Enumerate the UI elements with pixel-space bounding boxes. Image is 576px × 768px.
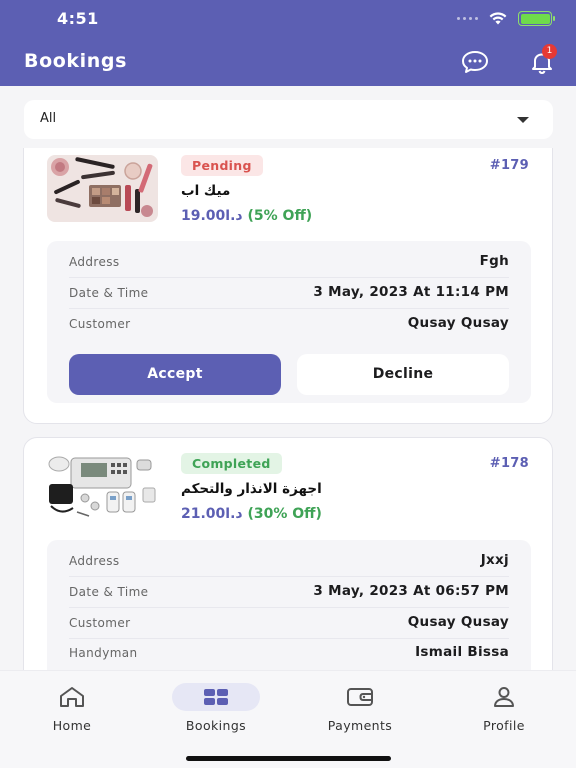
- page-title: Bookings: [24, 50, 127, 72]
- tab-label: Home: [52, 718, 92, 733]
- booking-list[interactable]: Pending #179 ميك اب 19.00د.ا (5% Off) Ad…: [0, 148, 576, 670]
- tab-home[interactable]: Home: [17, 683, 127, 733]
- booking-card[interactable]: Completed #178 اجهزة الانذار والتحكم 21.…: [23, 437, 553, 670]
- bookings-icon: [204, 689, 228, 705]
- discount: (5% Off): [247, 208, 313, 224]
- tab-icon-container: [316, 683, 404, 711]
- detail-row-handyman: Handyman Ismail Bissa: [69, 638, 509, 669]
- booking-details: Address Jxxj Date & Time 3 May, 2023 At …: [47, 540, 531, 670]
- detail-value: Qusay Qusay: [407, 614, 509, 630]
- tab-icon-container: [172, 683, 260, 711]
- profile-icon: [494, 687, 514, 707]
- tab-icon-container: [460, 683, 548, 711]
- service-name: اجهزة الانذار والتحكم: [181, 481, 322, 497]
- tab-payments[interactable]: Payments: [305, 683, 415, 733]
- booking-details: Address Fgh Date & Time 3 May, 2023 At 1…: [47, 241, 531, 403]
- app-header: 4:51 Bookings 1: [0, 0, 576, 86]
- detail-row-date-time: Date & Time 3 May, 2023 At 11:14 PM: [69, 278, 509, 309]
- chat-button[interactable]: [460, 49, 490, 75]
- decline-button[interactable]: Decline: [297, 354, 509, 395]
- service-image: [47, 155, 158, 222]
- price-row: 19.00د.ا (5% Off): [181, 208, 312, 224]
- detail-label: Handyman: [69, 646, 138, 660]
- detail-label: Date & Time: [69, 585, 149, 599]
- detail-label: Address: [69, 554, 120, 568]
- booking-id: #179: [489, 158, 529, 173]
- booking-id: #178: [489, 456, 529, 471]
- detail-row-customer: Customer Qusay Qusay: [69, 608, 509, 639]
- notifications-button[interactable]: 1: [527, 44, 557, 77]
- home-indicator: [186, 756, 391, 761]
- bottom-tab-bar: Home Bookings Payments Profile: [0, 670, 576, 768]
- detail-row-address: Address Fgh: [69, 247, 509, 278]
- price-row: 21.00د.ا (30% Off): [181, 506, 322, 522]
- status-filter-dropdown[interactable]: All: [24, 100, 553, 139]
- status-badge: Completed: [181, 453, 282, 474]
- detail-value: Fgh: [479, 253, 509, 269]
- wallet-icon: [347, 688, 373, 706]
- service-name: ميك اب: [181, 183, 231, 199]
- detail-value: 3 May, 2023 At 06:57 PM: [313, 583, 509, 599]
- price: 21.00د.ا: [181, 506, 243, 522]
- status-badge: Pending: [181, 155, 263, 176]
- signal-icon: [457, 17, 478, 20]
- price: 19.00د.ا: [181, 208, 243, 224]
- accept-button[interactable]: Accept: [69, 354, 281, 395]
- detail-value: 3 May, 2023 At 11:14 PM: [313, 284, 509, 300]
- service-image: [47, 454, 158, 521]
- tab-label: Payments: [327, 718, 393, 733]
- detail-row-date-time: Date & Time 3 May, 2023 At 06:57 PM: [69, 577, 509, 608]
- tab-label: Profile: [483, 718, 525, 733]
- tab-icon-container: [28, 683, 116, 711]
- detail-value: Qusay Qusay: [407, 315, 509, 331]
- detail-label: Address: [69, 255, 120, 269]
- discount: (30% Off): [247, 506, 322, 522]
- battery-icon: [518, 11, 555, 26]
- tab-bookings[interactable]: Bookings: [161, 683, 271, 733]
- chat-icon: [462, 51, 488, 73]
- status-bar-time: 4:51: [57, 9, 99, 28]
- filter-selected-value: All: [40, 111, 57, 126]
- detail-row-customer: Customer Qusay Qusay: [69, 309, 509, 340]
- detail-label: Customer: [69, 616, 131, 630]
- booking-card[interactable]: Pending #179 ميك اب 19.00د.ا (5% Off) Ad…: [23, 148, 553, 424]
- chevron-down-icon: [517, 117, 529, 123]
- detail-label: Date & Time: [69, 286, 149, 300]
- wifi-icon: [489, 12, 507, 25]
- detail-value: Ismail Bissa: [415, 644, 509, 660]
- notification-badge: 1: [542, 44, 557, 59]
- status-bar-icons: [457, 11, 555, 26]
- tab-label: Bookings: [185, 718, 247, 733]
- detail-row-address: Address Jxxj: [69, 546, 509, 577]
- tab-profile[interactable]: Profile: [449, 683, 559, 733]
- home-icon: [60, 687, 84, 707]
- detail-value: Jxxj: [480, 552, 509, 568]
- detail-label: Customer: [69, 317, 131, 331]
